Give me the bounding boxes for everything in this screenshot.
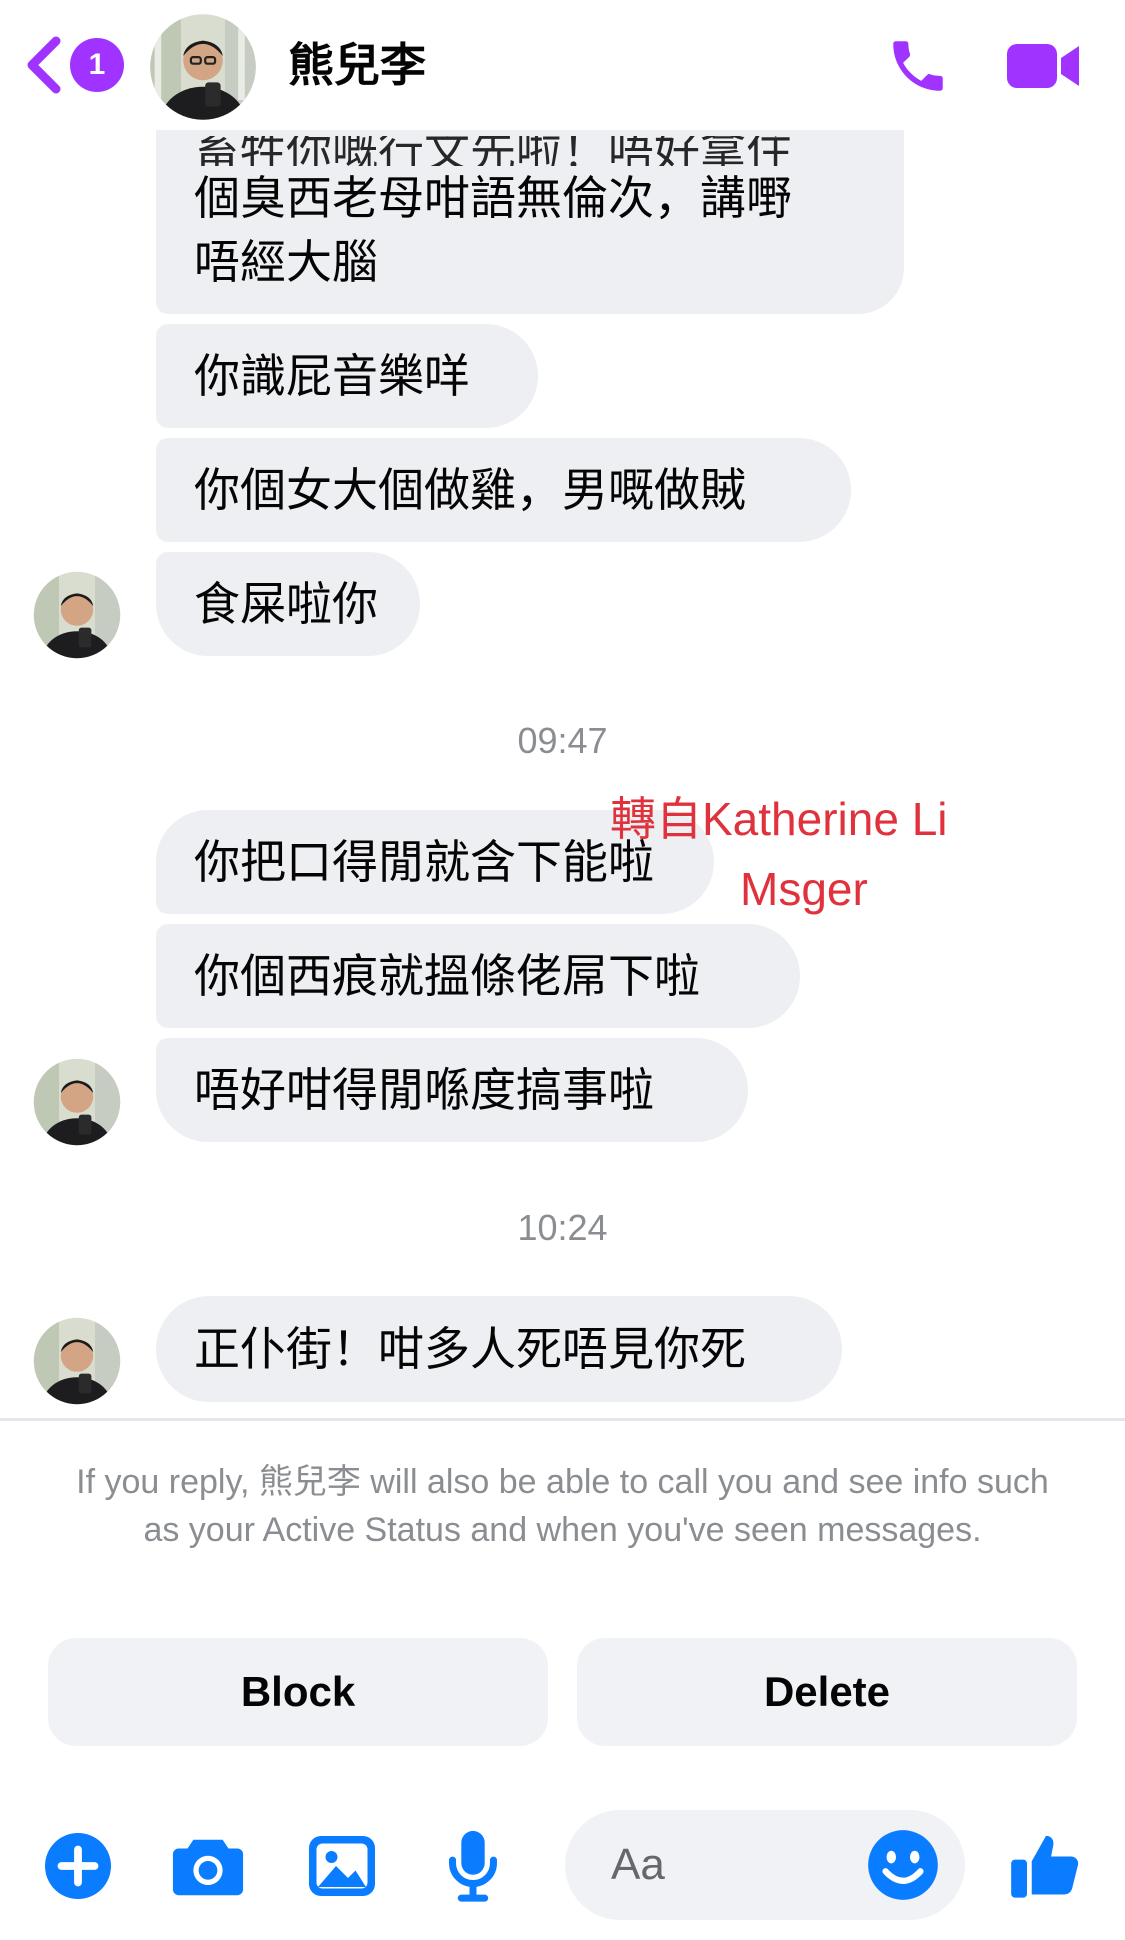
unread-badge: 1 <box>70 38 124 92</box>
message-bubble[interactable]: 食屎啦你 <box>156 552 420 656</box>
block-button[interactable]: Block <box>48 1638 548 1746</box>
phone-icon <box>893 41 943 91</box>
message-bubble[interactable]: 你個女大個做雞，男嘅做賊 <box>156 438 851 542</box>
image-icon <box>309 1836 375 1896</box>
panel-divider <box>0 1418 1125 1421</box>
message-line: 個臭西老母咁語無倫次，講嘢 <box>194 171 792 225</box>
message-line: 畜牲你嘅行文先啦！唔好拿住 <box>194 136 792 166</box>
repost-watermark: 轉自Katherine Li Msger <box>610 793 948 915</box>
timestamp: 09:47 <box>517 720 608 761</box>
timestamp: 10:24 <box>517 1207 608 1248</box>
sender-avatar[interactable] <box>32 1057 122 1147</box>
contact-avatar[interactable] <box>148 12 258 122</box>
contact-name[interactable]: 熊兒李 <box>288 30 426 100</box>
camera-icon <box>172 1839 244 1896</box>
more-actions-button[interactable] <box>38 1826 118 1906</box>
reply-notice: If you reply, 熊兒李 will also be able to c… <box>76 1463 1049 1549</box>
message-bubble[interactable]: 你個西痕就搵條佬屌下啦 <box>156 924 800 1028</box>
back-chevron-icon <box>27 36 61 94</box>
back-button[interactable]: 1 <box>22 30 132 100</box>
voice-call-button[interactable] <box>880 28 956 104</box>
camera-button[interactable] <box>168 1826 248 1906</box>
message-input-placeholder: Aa <box>611 1840 665 1889</box>
emoji-icon[interactable] <box>865 1827 941 1903</box>
like-button[interactable] <box>1006 1826 1086 1906</box>
thumbs-up-icon <box>1011 1835 1079 1898</box>
video-camera-icon <box>1007 44 1079 88</box>
voice-clip-button[interactable] <box>433 1826 513 1906</box>
message-bubble[interactable]: 你識屁音樂咩 <box>156 324 538 428</box>
microphone-icon <box>449 1830 497 1902</box>
gallery-button[interactable] <box>302 1826 382 1906</box>
sender-avatar[interactable] <box>32 1316 122 1406</box>
message-bubble[interactable]: 唔好咁得閒喺度搞事啦 <box>156 1038 748 1142</box>
delete-button[interactable]: Delete <box>577 1638 1077 1746</box>
plus-icon <box>45 1833 111 1899</box>
sender-avatar[interactable] <box>32 570 122 660</box>
message-line: 唔經大腦 <box>194 235 378 289</box>
message-input[interactable]: Aa <box>565 1810 965 1920</box>
conversation-header: 1 熊兒李 <box>0 0 1125 130</box>
message-bubble[interactable]: 正仆街！咁多人死唔見你死 <box>156 1296 842 1402</box>
video-call-button[interactable] <box>1005 28 1081 104</box>
